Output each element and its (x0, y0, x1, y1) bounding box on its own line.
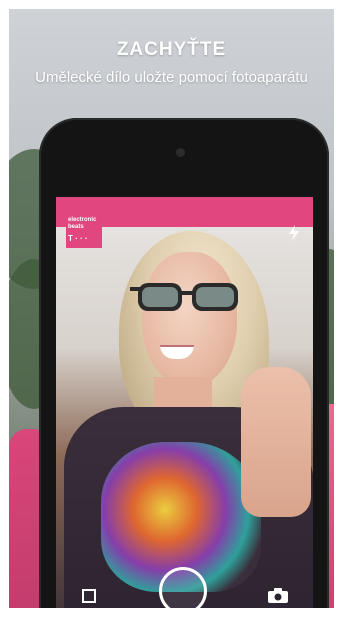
camera-viewfinder: electronic beats T · · · (56, 197, 313, 608)
gallery-icon[interactable] (82, 589, 96, 603)
promo-title: ZACHYŤTE (116, 39, 227, 60)
photo-arm (241, 367, 311, 517)
brand-logo: electronic beats T · · · (66, 214, 102, 248)
photo-sunglasses (130, 283, 238, 311)
app-store-screenshot: ZACHYŤTE Umělecké dílo uložte pomocí fot… (9, 9, 334, 608)
switch-camera-icon[interactable] (266, 587, 290, 605)
brand-mark: T · · · (68, 234, 88, 243)
shutter-button[interactable] (159, 567, 207, 608)
brand-logo-text: electronic beats (68, 217, 97, 230)
phone-mockup: electronic beats T · · · (39, 118, 329, 608)
photo-face (142, 252, 237, 387)
promo-subtitle: Umělecké dílo uložte pomocí fotoaparátu (35, 69, 308, 86)
flash-icon[interactable] (287, 225, 301, 241)
phone-camera-dot (176, 148, 185, 157)
